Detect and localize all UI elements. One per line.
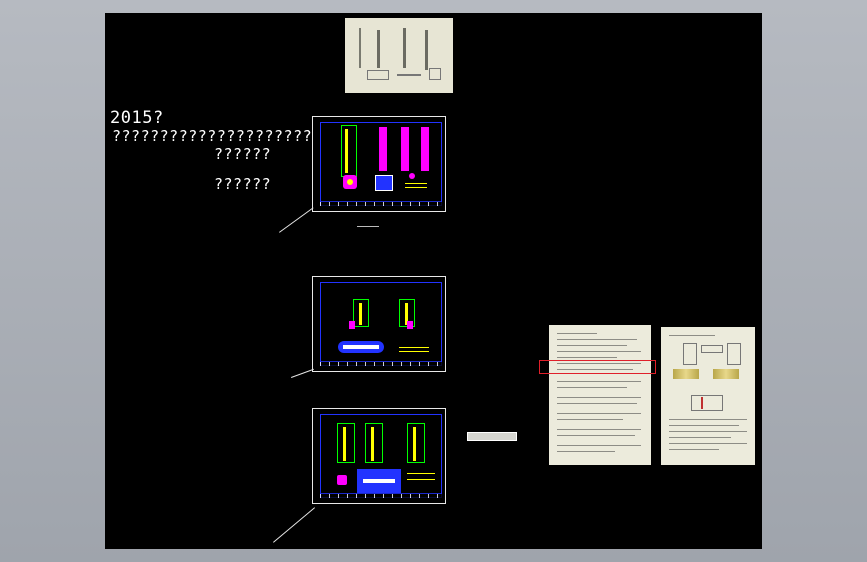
leader-line-1 xyxy=(279,207,314,233)
spec-document-page-2[interactable] xyxy=(661,327,755,465)
highlight-box xyxy=(539,360,656,374)
sheet-1-caption xyxy=(357,226,379,227)
reference-drawing-image xyxy=(345,18,453,93)
spec-document-page-1[interactable] xyxy=(549,325,651,465)
annotation-line-2: ?????? xyxy=(214,145,272,163)
drawing-sheet-1[interactable] xyxy=(312,116,446,212)
leader-line-3 xyxy=(273,507,316,543)
annotation-line-1: ????????????????????? xyxy=(112,127,313,145)
annotation-year: 2015? xyxy=(110,108,164,128)
note-label-block xyxy=(467,432,517,441)
cad-model-space[interactable]: 2015? ????????????????????? ?????? ?????… xyxy=(105,13,762,549)
drawing-sheet-3[interactable] xyxy=(312,408,446,504)
leader-line-2 xyxy=(291,368,314,378)
drawing-sheet-2[interactable] xyxy=(312,276,446,372)
annotation-line-3: ?????? xyxy=(214,175,272,193)
